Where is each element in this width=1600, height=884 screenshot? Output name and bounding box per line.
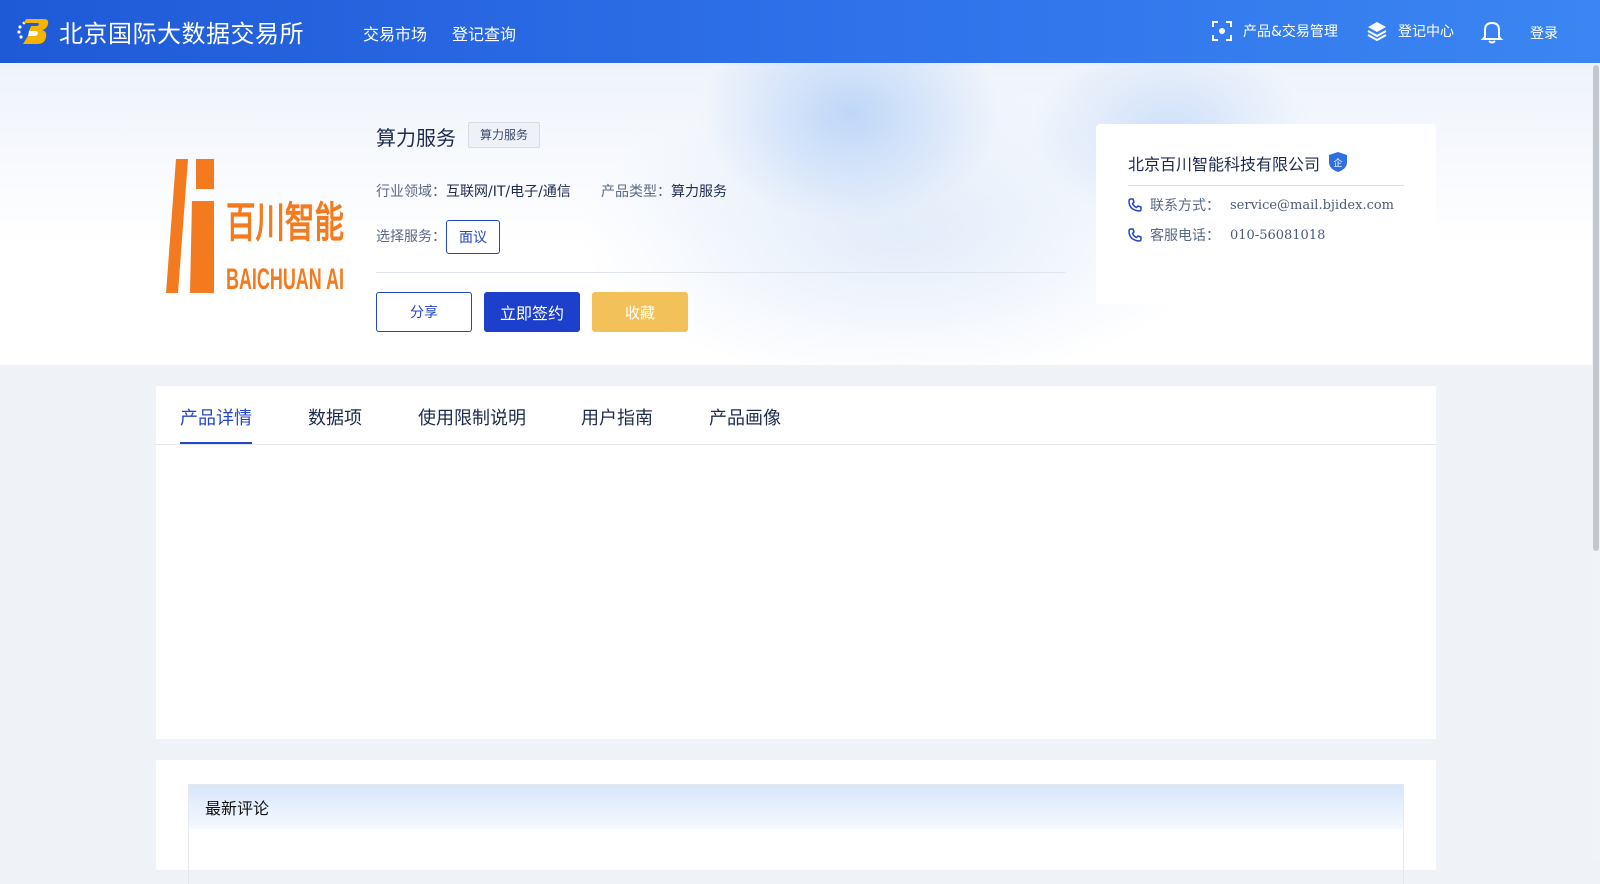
seller-contact: 联系方式： service@mail.bjidex.com [1128,195,1394,215]
top-navbar: 北京国际大数据交易所 交易市场 登记查询 产品&交易管理 登记中心 登录 [0,0,1600,63]
phone-icon [1128,228,1142,242]
nav-register-center[interactable]: 登记中心 [1366,20,1454,42]
brand[interactable]: 北京国际大数据交易所 [16,14,304,48]
seller-phone: 客服电话： 010-56081018 [1128,225,1325,245]
product-title: 算力服务 [376,126,456,150]
page-scrollbar[interactable] [1592,63,1600,861]
product-hero: 百川智能 BAICHUAN AI 算力服务 算力服务 行业领域：互联网/IT/电… [0,63,1600,365]
service-option-negotiable[interactable]: 面议 [446,220,500,254]
login-link[interactable]: 登录 [1530,23,1558,43]
tab-user-guide[interactable]: 用户指南 [581,404,653,430]
favorite-button[interactable]: 收藏 [592,292,688,332]
tab-bar: 产品详情 数据项 使用限制说明 用户指南 产品画像 [156,386,1436,445]
brand-name: 北京国际大数据交易所 [59,19,304,48]
nav-market[interactable]: 交易市场 [363,21,427,45]
logo-text-cn: 百川智能 [226,198,344,247]
brand-logo-icon [17,19,49,44]
comments-panel: 最新评论 [156,760,1436,884]
seller-card: 北京百川智能科技有限公司 企 联系方式： service@mail.bjidex… [1096,124,1436,304]
product-tabs-panel: 产品详情 数据项 使用限制说明 用户指南 产品画像 [156,386,1436,739]
logo-text-en: BAICHUAN AI [226,263,344,296]
phone-icon [1128,198,1142,212]
active-tab-indicator [180,442,252,444]
share-button[interactable]: 分享 [376,292,472,332]
type-value: 算力服务 [671,184,727,200]
nav-product-trade-label: 产品&交易管理 [1243,24,1338,40]
scrollbar-thumb[interactable] [1593,65,1599,551]
phone-label: 客服电话： [1150,228,1220,244]
seller-name[interactable]: 北京百川智能科技有限公司 [1128,151,1320,175]
tab-data-items[interactable]: 数据项 [308,404,362,430]
enterprise-badge-icon: 企 [1329,152,1347,172]
nav-product-trade[interactable]: 产品&交易管理 [1211,20,1338,42]
scan-icon [1212,21,1232,41]
product-type-field: 产品类型：算力服务 [601,181,727,201]
tab-usage-restrictions[interactable]: 使用限制说明 [418,404,526,430]
enterprise-badge-text: 企 [1333,157,1342,169]
tab-product-profile[interactable]: 产品画像 [709,404,781,430]
industry-field: 行业领域：互联网/IT/电子/通信 [376,181,571,201]
phone-value: 010-56081018 [1230,227,1326,243]
contact-label: 联系方式： [1150,198,1220,214]
tab-product-details[interactable]: 产品详情 [180,404,252,430]
contact-value: service@mail.bjidex.com [1230,197,1395,213]
industry-value: 互联网/IT/电子/通信 [446,184,571,200]
comments-title: 最新评论 [189,785,1403,829]
baichuan-logo: 百川智能 BAICHUAN AI [166,159,344,296]
comments-box: 最新评论 [188,784,1404,884]
bell-icon[interactable] [1481,20,1503,44]
divider [376,272,1065,273]
service-label: 选择服务： [376,229,446,245]
layers-icon [1367,22,1387,42]
nav-register-query[interactable]: 登记查询 [452,21,516,45]
nav-register-center-label: 登记中心 [1398,24,1454,40]
industry-label: 行业领域： [376,184,446,200]
product-tag: 算力服务 [468,122,541,148]
sign-now-button[interactable]: 立即签约 [484,292,580,332]
type-label: 产品类型： [601,184,671,200]
seller-divider [1128,185,1404,186]
